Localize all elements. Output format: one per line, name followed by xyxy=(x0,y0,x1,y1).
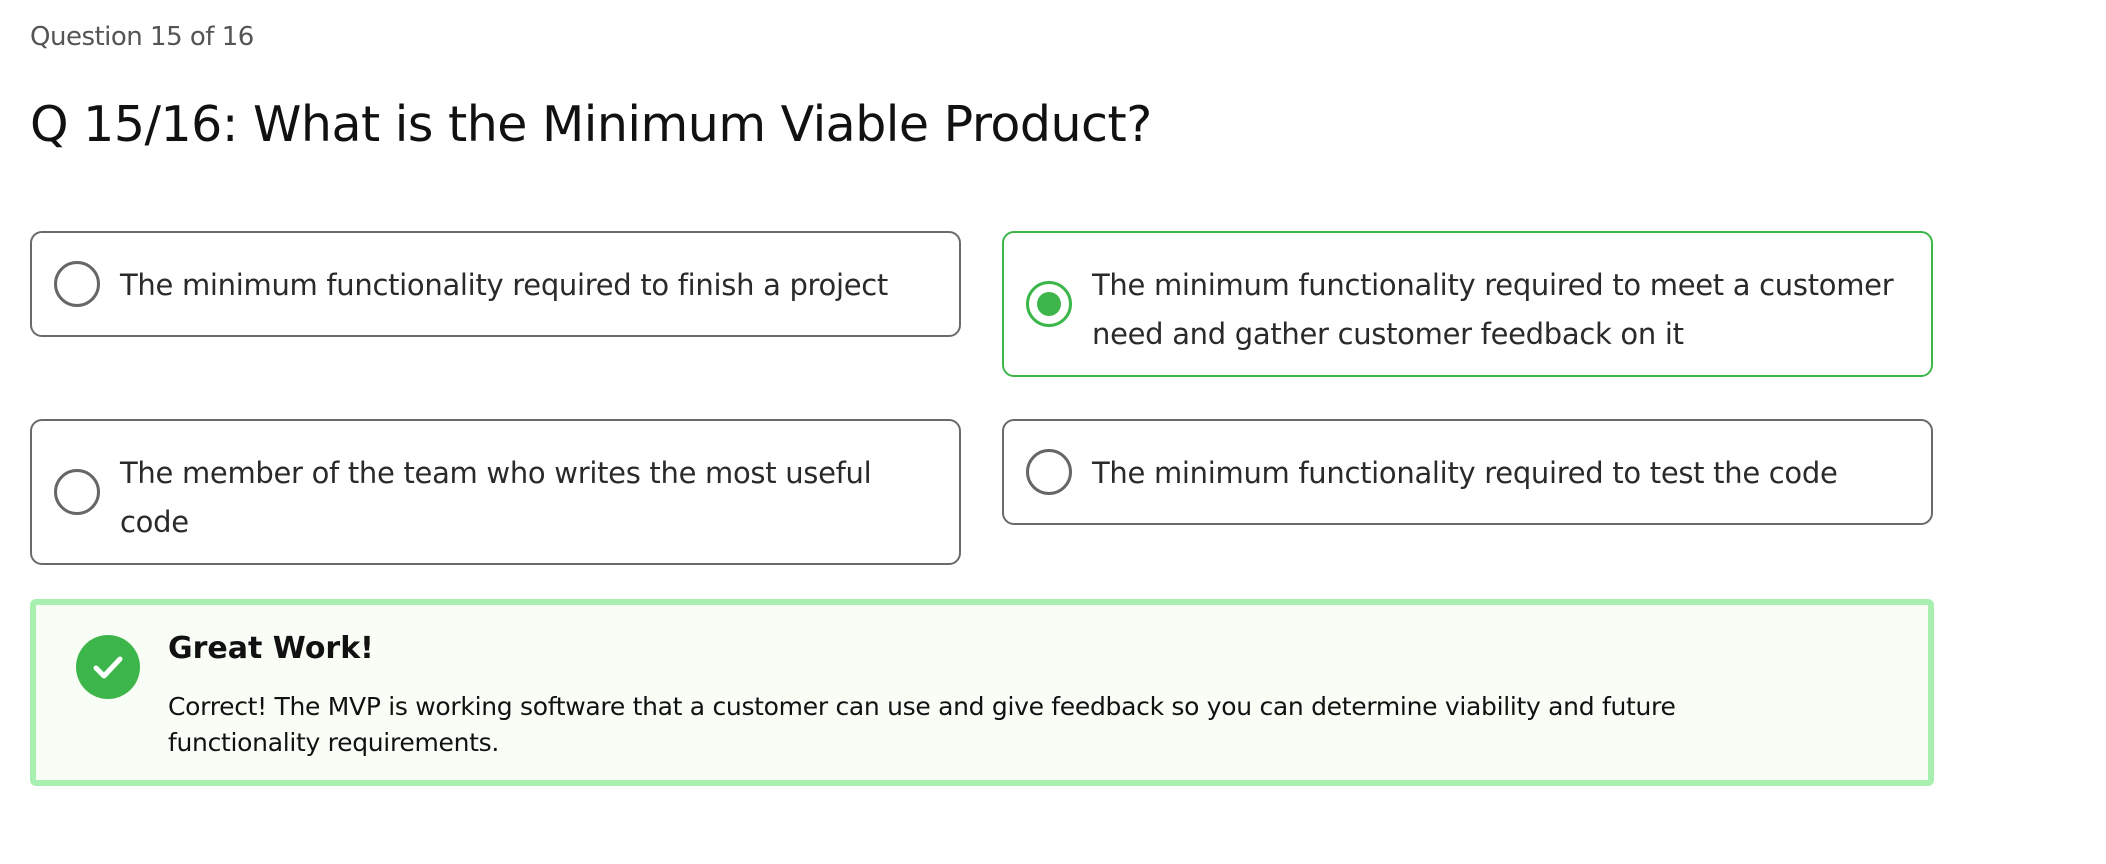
answer-option-3[interactable]: The member of the team who writes the mo… xyxy=(30,419,961,565)
radio-button[interactable] xyxy=(54,261,100,307)
radio-dot-icon xyxy=(1037,292,1061,316)
radio-button-selected[interactable] xyxy=(1026,281,1072,327)
option-label: The minimum functionality required to fi… xyxy=(120,268,889,302)
answer-option-1[interactable]: The minimum functionality required to fi… xyxy=(30,231,961,337)
question-progress: Question 15 of 16 xyxy=(30,22,254,52)
feedback-message: Correct! The MVP is working software tha… xyxy=(168,692,1676,757)
answer-option-2[interactable]: The minimum functionality required to me… xyxy=(1002,231,1933,377)
feedback-title: Great Work! xyxy=(168,631,374,666)
option-label: The minimum functionality required to te… xyxy=(1092,456,1838,490)
radio-button[interactable] xyxy=(1026,449,1072,495)
check-circle-icon xyxy=(76,635,140,699)
option-label: The minimum functionality required to me… xyxy=(1092,268,1894,351)
option-label: The member of the team who writes the mo… xyxy=(120,456,872,539)
question-title: Q 15/16: What is the Minimum Viable Prod… xyxy=(30,96,1152,153)
answer-option-4[interactable]: The minimum functionality required to te… xyxy=(1002,419,1933,525)
feedback-panel: Great Work! Correct! The MVP is working … xyxy=(30,599,1934,786)
radio-button[interactable] xyxy=(54,469,100,515)
